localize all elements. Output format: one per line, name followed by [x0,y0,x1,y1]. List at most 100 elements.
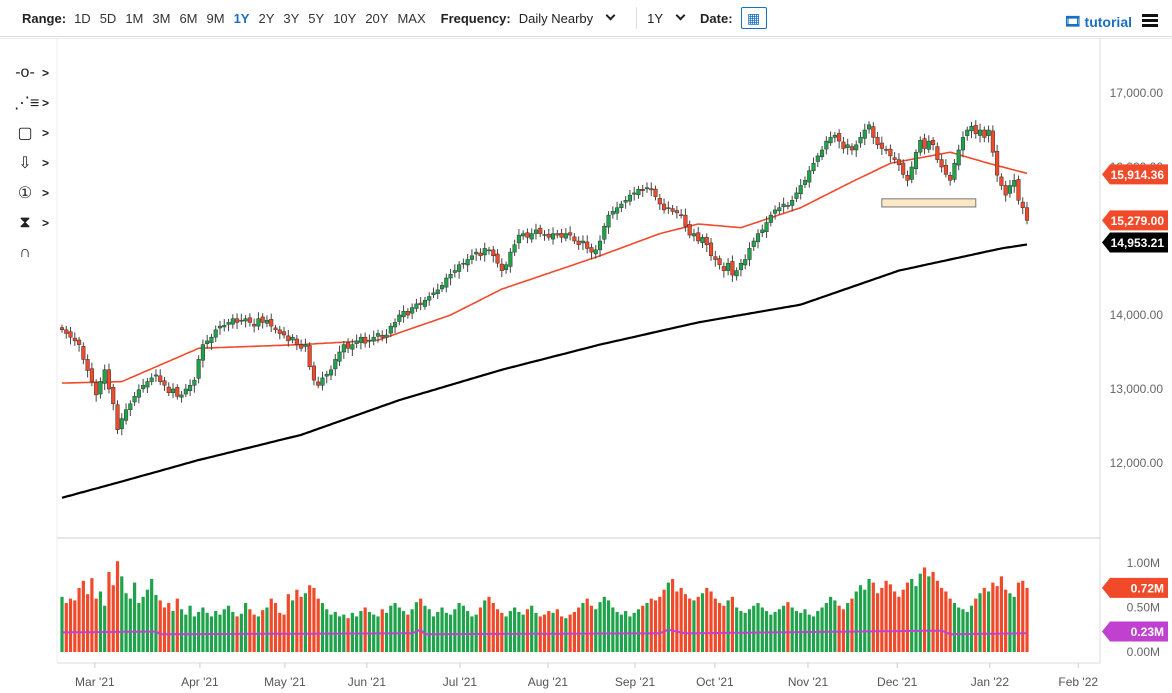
candle-body [427,297,431,301]
candle [987,125,991,142]
price-chart[interactable]: 12,000.0013,000.0014,000.0015,000.0016,0… [0,38,1172,693]
range-1m[interactable]: 1M [125,11,143,26]
volume-bar [650,599,653,652]
candle [129,400,133,416]
candle-body [782,204,786,207]
volume-bar [445,613,448,652]
period-select[interactable]: 1Y [647,11,696,26]
candle [974,120,978,139]
range-max[interactable]: MAX [397,11,425,26]
volume-bar [261,610,264,652]
volume-bar [978,593,981,652]
candle [82,342,86,364]
candle [615,202,619,220]
ma200-last-label-text: 14,953.21 [1111,236,1165,250]
volume-bar [778,609,781,652]
candle-body [94,382,98,394]
tutorial-link[interactable]: 🎞tutorial [1064,13,1132,30]
frequency-select[interactable]: Daily Nearby [519,11,626,26]
candle [1021,197,1025,214]
candle-body [227,322,231,324]
range-3y[interactable]: 3Y [283,11,299,26]
volume-bar [129,599,132,652]
volume-bar [479,608,482,653]
range-6m[interactable]: 6M [179,11,197,26]
candle [931,137,935,150]
candle-body [714,257,718,260]
toolbar: Range: 1D5D1M3M6M9M1Y2Y3Y5Y10Y20YMAX Fre… [0,0,1172,37]
candle-body [120,419,124,429]
candle [957,145,961,170]
candle-body [167,387,171,393]
volume-bar [526,609,529,652]
volume-bar [889,584,892,652]
candle-body [154,375,158,376]
range-3m[interactable]: 3M [152,11,170,26]
candle-body [287,336,291,341]
candle-body [884,149,888,150]
candle [487,247,491,255]
range-10y[interactable]: 10Y [333,11,356,26]
candle-body [547,234,551,237]
candle-body [342,345,346,352]
candle [163,377,167,391]
volume-bar [611,608,614,653]
range-1y[interactable]: 1Y [234,11,250,26]
candle [1017,176,1021,205]
candle-body [222,325,226,327]
candle-body [299,345,303,349]
candle-body [77,340,81,345]
candle-body [961,137,965,150]
range-20y[interactable]: 20Y [365,11,388,26]
candle [133,392,137,406]
ma200-line [62,245,1027,498]
volume-bar [1021,581,1024,652]
candle [889,145,893,163]
candle-body [615,208,619,213]
range-5d[interactable]: 5D [100,11,117,26]
volume-bar [863,590,866,652]
candle-body [457,265,461,272]
candle-body [265,320,269,323]
film-icon: 🎞 [1064,13,1082,30]
candle-body [611,211,615,214]
candle-body [799,186,803,194]
volume-bar [645,603,648,652]
candle-body [423,300,427,306]
candle [423,297,427,310]
candle [641,185,645,197]
annotation-rectangle [882,199,976,207]
range-5y[interactable]: 5Y [308,11,324,26]
volume-bar [820,608,823,653]
volume-bar [150,579,153,652]
volume-bar [581,603,584,652]
candle-body [197,359,201,378]
candle [278,326,282,339]
volume-bar [675,591,678,652]
candle-body [807,171,811,182]
volume-bar [936,581,939,652]
range-9m[interactable]: 9M [207,11,225,26]
calendar-button[interactable]: ▦ [741,7,767,29]
candle-body [99,382,103,394]
divider [636,7,637,29]
volume-bar [1017,583,1020,652]
menu-button[interactable] [1142,14,1158,29]
candle-body [393,322,397,327]
x-tick-label: Sep '21 [615,675,656,689]
volume-bar [808,615,811,652]
volume-bar [957,608,960,653]
candle [99,377,103,398]
candle-body [675,211,679,213]
candle [940,155,944,173]
hamburger-icon [1142,14,1158,17]
tutorial-label: tutorial [1085,14,1132,30]
volume-bar [577,608,580,653]
candle [154,369,158,382]
range-2y[interactable]: 2Y [258,11,274,26]
candle [201,339,205,367]
candle [235,313,239,329]
range-1d[interactable]: 1D [74,11,91,26]
candle-body [333,359,337,368]
candle-body [649,189,653,190]
